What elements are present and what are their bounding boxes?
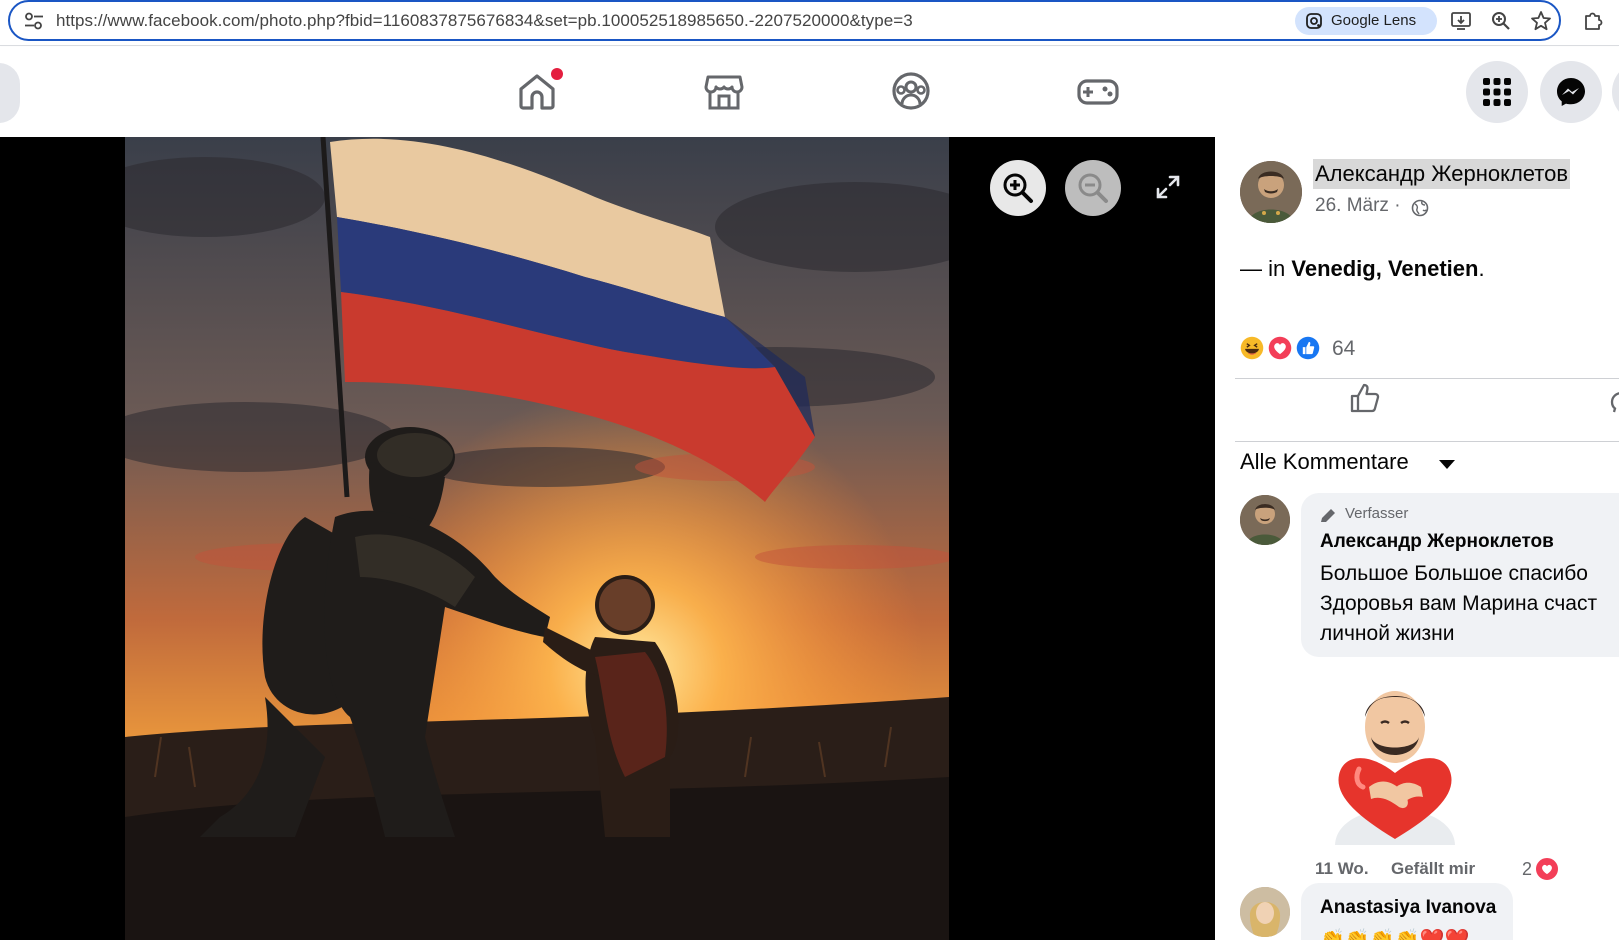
extensions-icon[interactable] [1582, 8, 1606, 32]
comment-reaction-count[interactable]: 2 [1522, 859, 1532, 880]
commenter-avatar[interactable] [1240, 887, 1290, 937]
comment-like-button[interactable]: Gefällt mir [1391, 859, 1475, 879]
author-name[interactable]: Александр Жерноклетов [1313, 159, 1571, 189]
heart-hug-sticker [1335, 691, 1455, 845]
location-suffix: . [1478, 256, 1485, 281]
like-button-icon[interactable] [1348, 381, 1382, 415]
commenter-name[interactable]: Александр Жерноклетов [1320, 531, 1554, 553]
notification-dot [551, 68, 563, 80]
like-reaction-icon [1293, 333, 1323, 363]
bookmark-star-icon[interactable] [1530, 10, 1552, 32]
site-info-icon[interactable] [24, 12, 44, 30]
zoom-in-icon [1003, 173, 1033, 203]
location-prefix: — in [1240, 256, 1286, 281]
location-line: — in Venedig, Venetien. [1240, 256, 1485, 282]
google-lens-label: Google Lens [1331, 12, 1417, 29]
author-badge: Verfasser [1345, 505, 1409, 522]
zoom-in-button[interactable] [990, 160, 1046, 216]
comment-bubble: Verfasser Александр Жерноклетов Большое … [1301, 493, 1619, 657]
browser-toolbar: https://www.facebook.com/photo.php?fbid=… [0, 0, 1619, 46]
divider [1235, 378, 1619, 379]
install-app-icon[interactable] [1450, 10, 1472, 32]
reaction-icons[interactable] [1237, 333, 1337, 363]
google-lens-button[interactable]: Google Lens [1295, 7, 1437, 35]
comment-text: Большое Большое спасибо Здоровья вам Мар… [1320, 562, 1598, 645]
fullscreen-icon[interactable] [1155, 174, 1181, 200]
comment-text: 👏👏👏👏❤️❤️ [1320, 929, 1470, 940]
all-comments-filter[interactable]: Alle Kommentare [1240, 449, 1409, 475]
photo-viewer [0, 137, 1215, 940]
menu-grid-icon [1483, 78, 1511, 106]
zoom-out-button[interactable] [1065, 160, 1121, 216]
notifications-button[interactable] [1612, 61, 1619, 123]
back-button[interactable] [0, 63, 20, 123]
zoom-page-icon[interactable] [1490, 10, 1512, 32]
haha-reaction-icon [1237, 333, 1267, 363]
url-text[interactable]: https://www.facebook.com/photo.php?fbid=… [56, 11, 913, 31]
post-details-panel: Александр Жерноклетов 26. März · — in Ve… [1215, 137, 1619, 940]
divider [1235, 441, 1619, 442]
address-bar[interactable]: https://www.facebook.com/photo.php?fbid=… [8, 0, 1561, 41]
marketplace-icon[interactable] [700, 67, 748, 115]
public-globe-icon [1411, 199, 1429, 217]
love-reaction-icon [1534, 856, 1560, 882]
comment-time[interactable]: 11 Wo. [1315, 859, 1369, 879]
commenter-avatar[interactable] [1240, 495, 1290, 545]
chevron-down-icon[interactable] [1439, 460, 1455, 469]
commenter-name[interactable]: Anastasiya Ivanova [1320, 897, 1496, 919]
menu-button[interactable] [1466, 61, 1528, 123]
messenger-button[interactable] [1540, 61, 1602, 123]
zoom-out-icon [1078, 173, 1108, 203]
post-date[interactable]: 26. März · [1315, 195, 1401, 217]
google-lens-icon [1306, 13, 1322, 29]
groups-icon[interactable] [887, 67, 935, 115]
comment-bubble: Anastasiya Ivanova 👏👏👏👏❤️❤️ [1301, 883, 1513, 940]
comment-button-icon[interactable] [1610, 389, 1619, 413]
post-photo[interactable] [125, 137, 949, 940]
gaming-icon[interactable] [1074, 67, 1122, 115]
pencil-icon [1321, 509, 1335, 522]
messenger-icon [1557, 78, 1585, 106]
love-reaction-icon [1265, 333, 1295, 363]
reaction-count[interactable]: 64 [1332, 337, 1355, 361]
facebook-top-nav [0, 47, 1619, 137]
location-link[interactable]: Venedig, Venetien [1291, 256, 1478, 281]
author-avatar[interactable] [1240, 161, 1302, 223]
